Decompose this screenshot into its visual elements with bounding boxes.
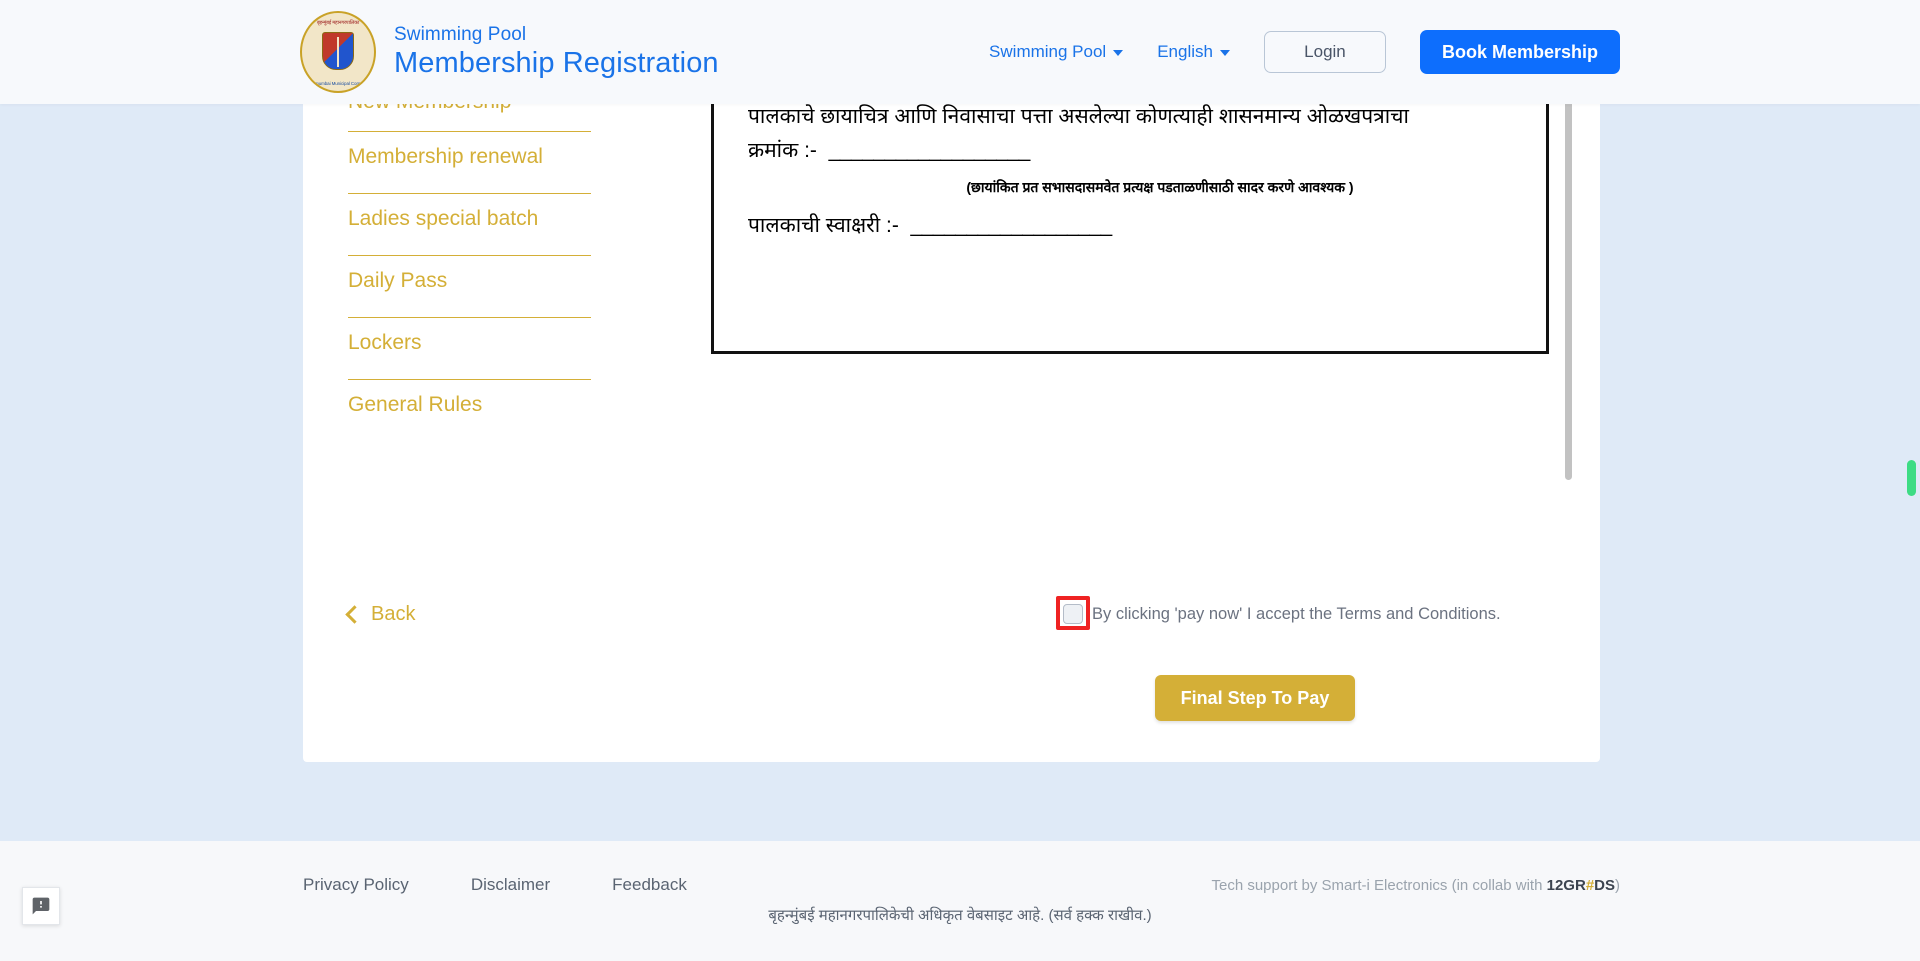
sidebar-item-membership-renewal[interactable]: Membership renewal	[348, 132, 591, 194]
back-button[interactable]: Back	[345, 603, 416, 626]
final-step-to-pay-button[interactable]: Final Step To Pay	[1155, 675, 1355, 721]
doc-field-signature-blank: __________________	[910, 214, 1112, 238]
brand-block[interactable]: बृहन्मुंबई महानगरपालिका Brihanmumbai Mun…	[300, 11, 719, 93]
footer-link-disclaimer[interactable]: Disclaimer	[471, 875, 550, 895]
doc-verification-note: (छायांकित प्रत सभासदासमवेत प्रत्यक्ष पडत…	[966, 179, 1354, 196]
consent-checkbox-wrapper[interactable]	[1056, 596, 1090, 630]
feedback-icon	[32, 897, 50, 915]
crest-bottom-text: Brihanmumbai Municipal Corporation	[302, 81, 374, 86]
tech-support-credit: Tech support by Smart-i Electronics (in …	[1211, 877, 1620, 894]
sidebar-item-daily-pass[interactable]: Daily Pass	[348, 256, 591, 318]
doc-field-id-line2: क्रमांक :- __________________	[748, 134, 1512, 168]
language-selector-dropdown[interactable]: English	[1157, 42, 1230, 62]
chevron-down-icon	[1113, 50, 1124, 56]
sidebar-item-lockers[interactable]: Lockers	[348, 318, 591, 380]
tech-support-brand-hash: #	[1585, 877, 1595, 894]
footer-links: Privacy Policy Disclaimer Feedback	[303, 875, 687, 895]
login-button[interactable]: Login	[1263, 31, 1386, 73]
crest-shield-icon	[322, 32, 354, 70]
page-scrollbar-thumb[interactable]	[1907, 460, 1916, 496]
footer-official-notice: बृहन्मुंबई महानगरपालिकेची अधिकृत वेबसाइट…	[768, 907, 1152, 924]
consent-label: By clicking 'pay now' I accept the Terms…	[1092, 604, 1501, 623]
terms-document-scroll-area[interactable]: जबाबदारीवर तरण तलावाचे सभासदत्व घेण्यासा…	[711, 55, 1572, 552]
header-nav: Swimming Pool English Login Book Members…	[989, 30, 1620, 74]
doc-field-signature: पालकाची स्वाक्षरी :- __________________	[748, 209, 1512, 243]
back-button-label: Back	[371, 603, 416, 625]
pool-selector-dropdown[interactable]: Swimming Pool	[989, 42, 1124, 62]
sidebar-item-label: Lockers	[348, 331, 422, 354]
brand-subtitle: Swimming Pool	[394, 23, 527, 45]
tech-support-suffix: )	[1615, 877, 1620, 894]
doc-field-id-line1: पालकाचे छायाचित्र आणि निवासाचा पत्ता असल…	[748, 105, 1409, 129]
site-footer: Privacy Policy Disclaimer Feedback Tech …	[0, 841, 1920, 961]
chevron-left-icon	[345, 605, 364, 624]
chevron-down-icon	[1219, 50, 1230, 56]
tech-support-prefix: Tech support by Smart-i Electronics (in …	[1211, 877, 1547, 894]
page-root: बृहन्मुंबई महानगरपालिका Brihanmumbai Mun…	[0, 0, 1920, 961]
language-selector-label: English	[1157, 42, 1213, 61]
sidebar-item-label: Ladies special batch	[348, 207, 539, 230]
doc-field-id-blank: __________________	[828, 139, 1031, 163]
sidebar-item-label: Daily Pass	[348, 269, 448, 292]
pool-selector-label: Swimming Pool	[989, 42, 1107, 61]
accept-terms-checkbox[interactable]	[1063, 604, 1083, 624]
sidebar-item-label: Membership renewal	[348, 145, 543, 168]
site-header: बृहन्मुंबई महानगरपालिका Brihanmumbai Mun…	[0, 0, 1920, 104]
tech-support-brand-a: 12GR	[1546, 877, 1586, 894]
doc-field-id-label: क्रमांक :-	[748, 139, 817, 163]
footer-link-feedback[interactable]: Feedback	[612, 875, 687, 895]
brand-text: Swimming Pool Membership Registration	[394, 23, 719, 80]
document-scrollbar-thumb[interactable]	[1565, 55, 1572, 480]
footer-link-privacy-policy[interactable]: Privacy Policy	[303, 875, 409, 895]
tech-support-brand-b: DS	[1594, 877, 1615, 894]
book-membership-button[interactable]: Book Membership	[1419, 30, 1620, 74]
sidebar-item-ladies-special-batch[interactable]: Ladies special batch	[348, 194, 591, 256]
consent-row: By clicking 'pay now' I accept the Terms…	[1056, 596, 1501, 630]
page-title: Membership Registration	[394, 47, 719, 80]
main-content-card: New Membership Membership renewal Ladies…	[303, 55, 1600, 762]
document-scrollbar-track[interactable]	[1564, 55, 1572, 552]
crest-top-text: बृहन्मुंबई महानगरपालिका	[316, 20, 360, 26]
bmc-crest-logo-icon: बृहन्मुंबई महानगरपालिका Brihanmumbai Mun…	[300, 11, 376, 93]
sidebar-item-label: General Rules	[348, 393, 483, 416]
sidebar-nav: New Membership Membership renewal Ladies…	[348, 90, 591, 441]
doc-field-signature-label: पालकाची स्वाक्षरी :-	[748, 214, 899, 238]
feedback-floating-button[interactable]	[22, 887, 60, 925]
sidebar-item-general-rules[interactable]: General Rules	[348, 380, 591, 441]
